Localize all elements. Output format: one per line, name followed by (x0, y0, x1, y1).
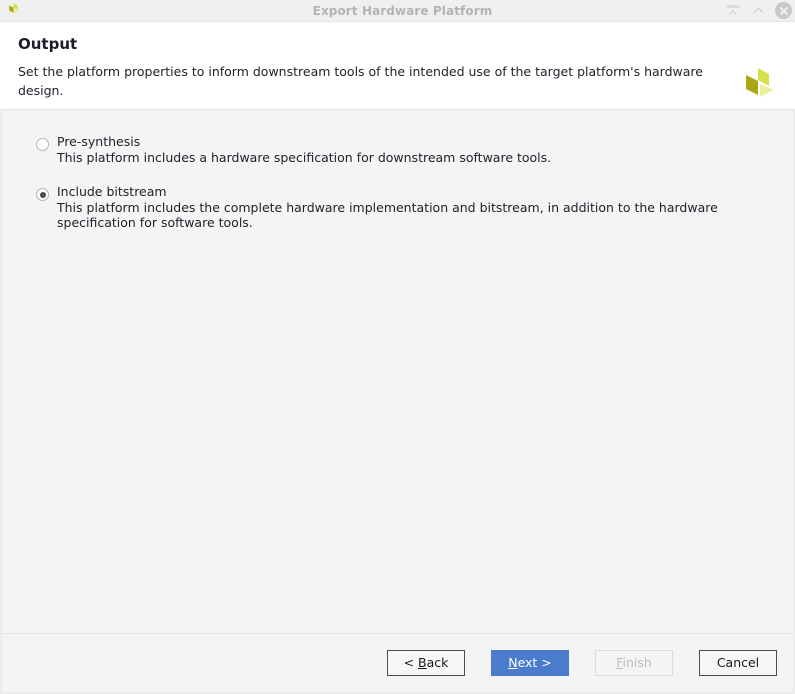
cancel-button[interactable]: Cancel (699, 650, 777, 676)
radio-button-pre-synthesis[interactable] (36, 138, 49, 151)
dialog-footer: < Back Next > Finish Cancel (0, 633, 795, 694)
page-title: Output (18, 35, 78, 53)
window-title: Export Hardware Platform (312, 3, 493, 18)
page-description: Set the platform properties to inform do… (18, 64, 703, 98)
radio-option-include-bitstream[interactable]: Include bitstream This platform includes… (2, 184, 793, 231)
radio-button-include-bitstream[interactable] (36, 188, 49, 201)
radio-description-include-bitstream: This platform includes the complete hard… (57, 199, 718, 231)
dialog-body: Pre-synthesis This platform includes a h… (0, 110, 795, 633)
window-controls (725, 0, 792, 21)
vitis-logo-icon (735, 64, 779, 108)
next-button[interactable]: Next > (491, 650, 569, 676)
radio-option-text: Include bitstream This platform includes… (57, 184, 747, 231)
back-button[interactable]: < Back (387, 650, 465, 676)
close-window-icon[interactable] (775, 2, 792, 19)
radio-label-pre-synthesis: Pre-synthesis (57, 134, 141, 149)
finish-button: Finish (595, 650, 673, 676)
radio-option-text: Pre-synthesis This platform includes a h… (57, 134, 551, 165)
shade-window-icon[interactable] (725, 2, 742, 19)
export-hardware-platform-dialog: Export Hardware Platform Output Set the … (0, 0, 795, 694)
dialog-header: Output Set the platform properties to in… (0, 22, 795, 110)
radio-option-pre-synthesis[interactable]: Pre-synthesis This platform includes a h… (2, 134, 793, 165)
collapse-window-icon[interactable] (750, 2, 767, 19)
radio-label-include-bitstream: Include bitstream (57, 184, 167, 199)
radio-description-pre-synthesis: This platform includes a hardware specif… (57, 149, 552, 165)
vitis-logo-icon (5, 2, 22, 19)
title-bar[interactable]: Export Hardware Platform (0, 0, 795, 22)
